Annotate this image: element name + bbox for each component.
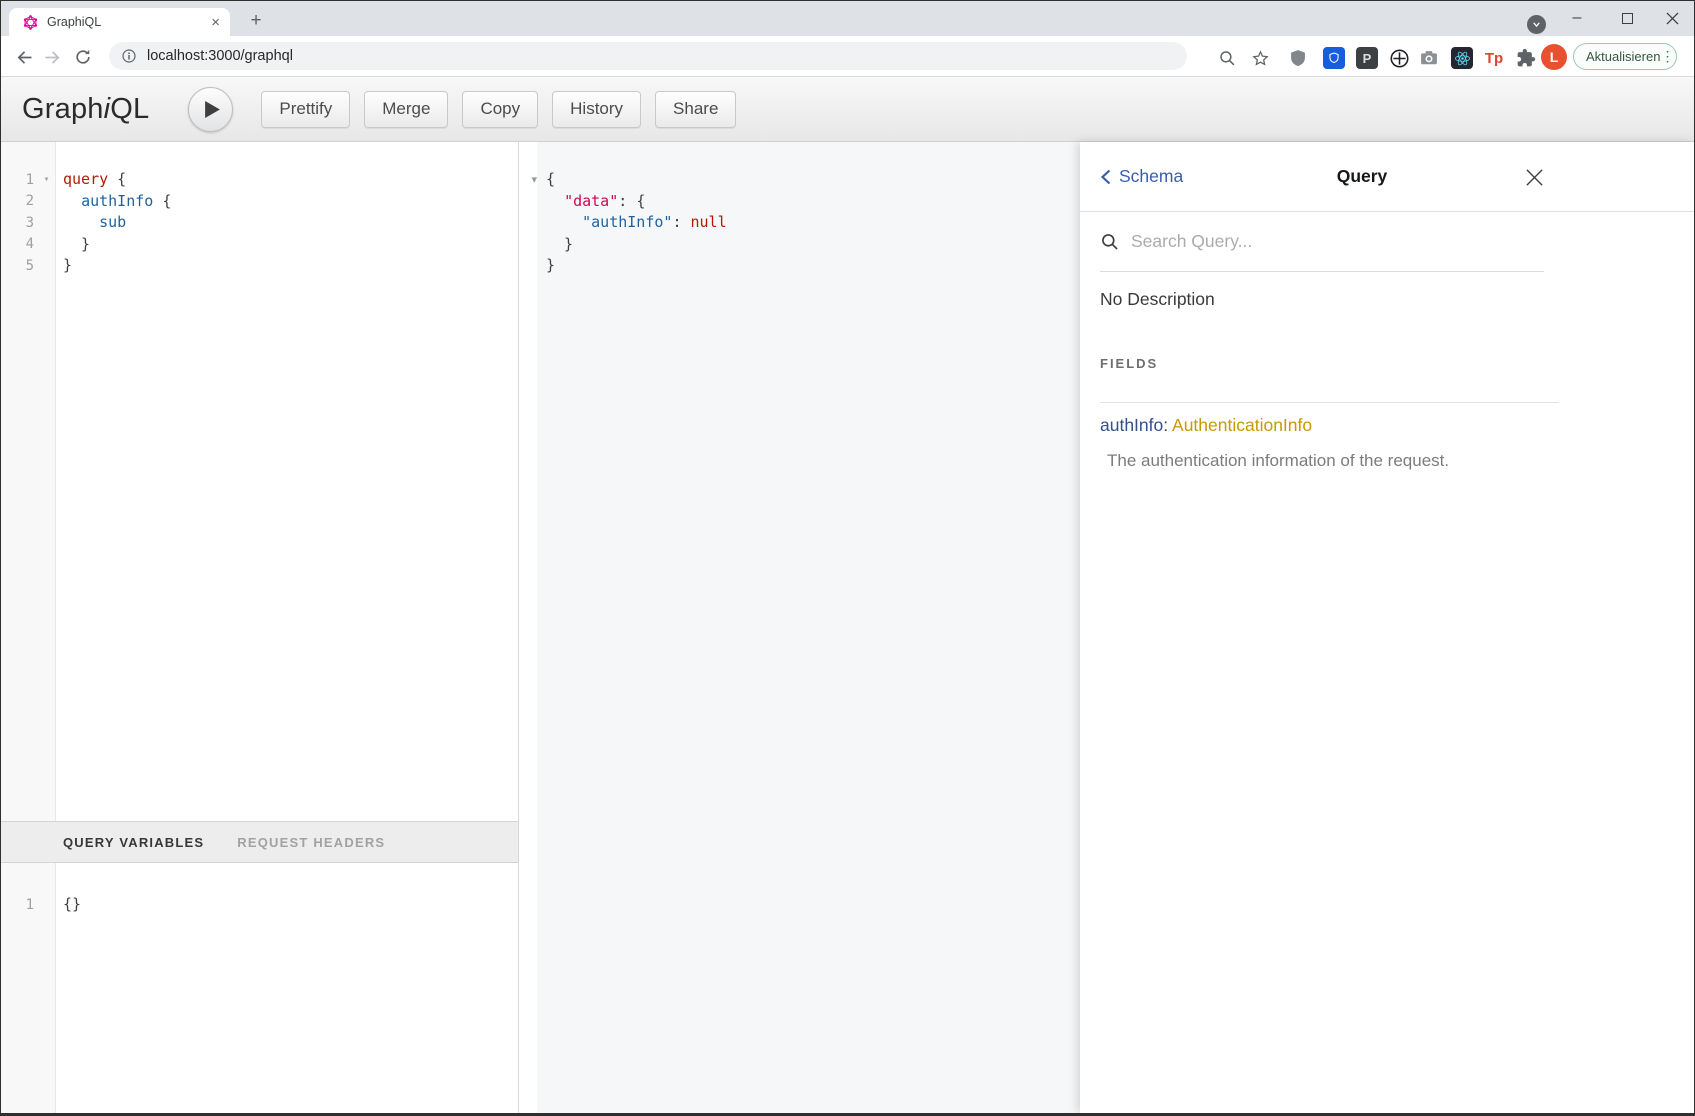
toolbar-buttons: Prettify Merge Copy History Share: [261, 91, 736, 128]
tab-close-icon[interactable]: ×: [211, 15, 220, 30]
fields-heading: FIELDS: [1100, 356, 1674, 371]
react-background: [1451, 47, 1473, 69]
graphiql-app: GraphiQL Prettify Merge Copy History Sha…: [1, 77, 1694, 1113]
graphiql-topbar: GraphiQL Prettify Merge Copy History Sha…: [1, 77, 1694, 142]
kebab-menu-icon[interactable]: ⋮: [1660, 48, 1674, 65]
pane-divider[interactable]: ▾: [519, 142, 537, 1113]
extensions-puzzle-icon[interactable]: [1514, 46, 1538, 70]
execute-query-button[interactable]: [188, 87, 233, 132]
copy-button[interactable]: Copy: [462, 91, 538, 128]
editor-area: 1▾2345 query { authInfo { sub }} QUERY V…: [1, 142, 1694, 1113]
bitwarden-shield-icon[interactable]: [1322, 46, 1346, 70]
variables-line-numbers[interactable]: 1: [1, 863, 56, 1113]
tab-search-button[interactable]: [1527, 15, 1546, 34]
query-code[interactable]: query { authInfo { sub }}: [56, 142, 518, 821]
doc-explorer: Schema Query Search Query...: [1080, 142, 1694, 1113]
doc-explorer-header: Schema Query: [1080, 142, 1694, 212]
tp-extension-icon[interactable]: Tp: [1482, 46, 1506, 70]
graphiql-logo: GraphiQL: [22, 93, 149, 126]
window-maximize-button[interactable]: [1613, 5, 1641, 31]
address-bar[interactable]: localhost:3000/graphql: [109, 42, 1187, 70]
query-line-numbers[interactable]: 1▾2345: [1, 142, 56, 821]
forward-button[interactable]: [40, 45, 64, 69]
page-info-icon[interactable]: [121, 48, 137, 64]
browser-window: GraphiQL × + –: [0, 0, 1695, 1116]
camera-icon[interactable]: [1417, 46, 1441, 70]
tab-strip: GraphiQL × + –: [1, 1, 1694, 36]
doc-search-box[interactable]: Search Query...: [1100, 212, 1544, 272]
new-tab-button[interactable]: +: [244, 9, 268, 33]
field-name-link[interactable]: authInfo: [1100, 415, 1163, 435]
zoom-icon[interactable]: [1215, 46, 1239, 70]
ublock-shield-icon[interactable]: [1286, 46, 1310, 70]
search-icon: [1100, 232, 1120, 252]
back-button[interactable]: [12, 45, 36, 69]
share-button[interactable]: Share: [655, 91, 736, 128]
type-description: No Description: [1100, 289, 1674, 310]
field-separator: :: [1163, 415, 1172, 435]
crosshair-icon[interactable]: [1387, 46, 1411, 70]
field-type-link[interactable]: AuthenticationInfo: [1172, 415, 1312, 435]
bitwarden-background: [1323, 47, 1345, 69]
history-button[interactable]: History: [552, 91, 641, 128]
field-description: The authentication information of the re…: [1100, 451, 1674, 471]
doc-close-button[interactable]: [1525, 168, 1544, 187]
window-close-button[interactable]: [1658, 5, 1686, 31]
react-devtools-icon[interactable]: [1450, 46, 1474, 70]
tab-title: GraphiQL: [47, 15, 211, 29]
field-row: authInfo: AuthenticationInfo: [1100, 403, 1674, 436]
doc-search-placeholder[interactable]: Search Query...: [1131, 231, 1544, 252]
tab-query-variables[interactable]: QUERY VARIABLES: [63, 835, 204, 850]
maximize-icon: [1622, 13, 1633, 24]
p-extension-label: P: [1356, 47, 1378, 69]
browser-toolbar: localhost:3000/graphql P: [1, 36, 1694, 77]
doc-title: Query: [1080, 166, 1644, 187]
merge-button[interactable]: Merge: [364, 91, 448, 128]
doc-explorer-body: No Description FIELDS authInfo: Authenti…: [1080, 289, 1694, 471]
variables-code[interactable]: {}: [56, 863, 518, 1113]
browser-tab[interactable]: GraphiQL ×: [9, 8, 230, 36]
secondary-editor-tabs: QUERY VARIABLES REQUEST HEADERS: [1, 821, 518, 863]
prettify-button[interactable]: Prettify: [261, 91, 350, 128]
bookmark-star-icon[interactable]: [1248, 46, 1272, 70]
window-minimize-button[interactable]: –: [1563, 5, 1591, 31]
close-icon: [1525, 168, 1544, 187]
result-fold-arrow-icon[interactable]: ▾: [531, 173, 537, 186]
variables-editor: 1 {}: [1, 863, 518, 1113]
update-chip-label: Aktualisieren: [1586, 49, 1660, 64]
chevron-down-icon: [1531, 19, 1542, 30]
reload-button[interactable]: [71, 45, 95, 69]
play-icon: [204, 100, 221, 119]
update-chip-button[interactable]: Aktualisieren ⋮: [1573, 43, 1677, 70]
url-text[interactable]: localhost:3000/graphql: [147, 48, 293, 64]
close-icon: [1666, 12, 1679, 25]
p-extension-icon[interactable]: P: [1355, 46, 1379, 70]
profile-avatar[interactable]: L: [1541, 44, 1567, 70]
graphql-favicon-icon: [23, 15, 38, 30]
query-editor: 1▾2345 query { authInfo { sub }}: [1, 142, 518, 821]
tab-request-headers[interactable]: REQUEST HEADERS: [237, 835, 385, 850]
query-pane: 1▾2345 query { authInfo { sub }} QUERY V…: [1, 142, 519, 1113]
